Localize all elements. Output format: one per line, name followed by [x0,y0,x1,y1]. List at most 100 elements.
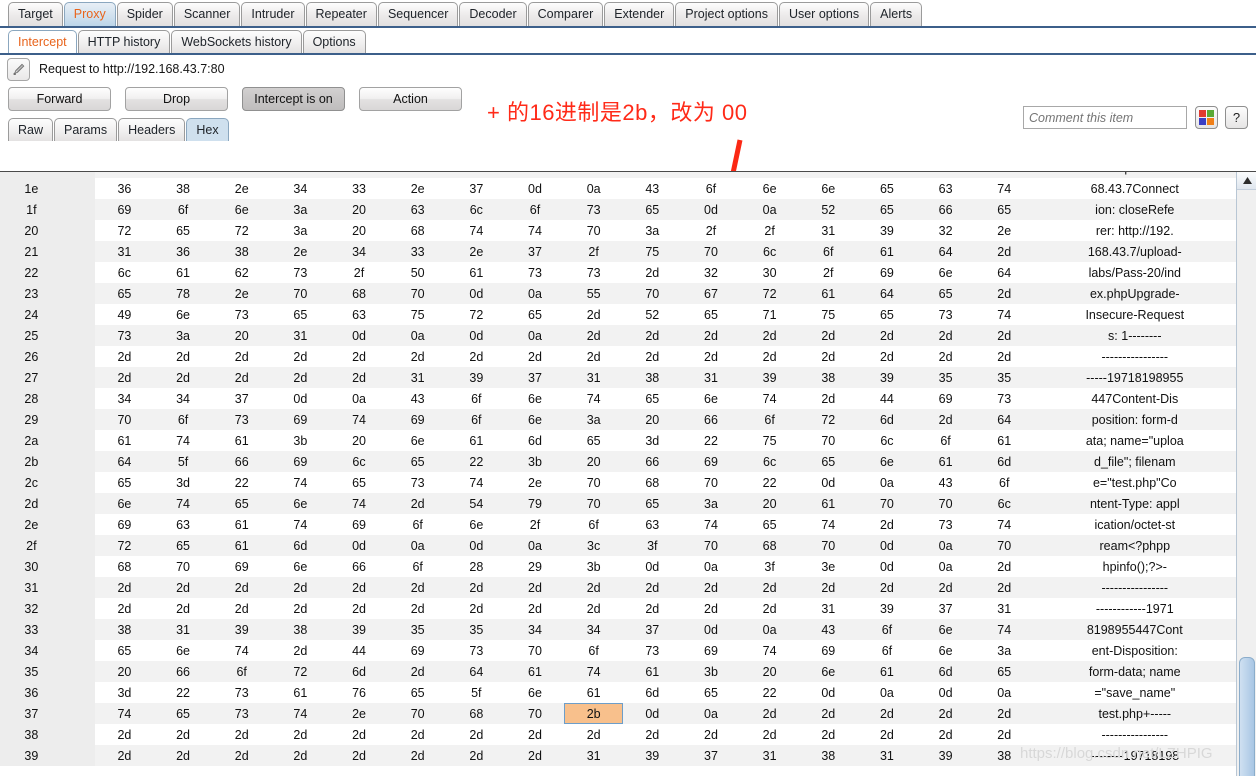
hex-byte[interactable]: 6f [857,640,917,661]
hex-byte[interactable]: 38 [622,367,682,388]
ascii-text[interactable]: Insecure-Request [1033,304,1236,325]
hex-byte[interactable]: 73 [388,472,447,493]
hex-byte[interactable]: 2d [153,346,213,367]
hex-byte[interactable]: 66 [153,661,213,682]
hex-byte[interactable]: 5f [447,682,506,703]
hex-byte[interactable]: 2d [974,556,1034,577]
help-button[interactable]: ? [1225,106,1248,129]
hex-byte[interactable]: 0d [622,556,682,577]
scroll-up-arrow-icon[interactable] [1237,172,1256,190]
hex-byte[interactable]: 0d [916,682,975,703]
hex-byte[interactable]: 6c [974,493,1034,514]
hex-byte[interactable]: 70 [505,703,565,724]
hex-byte[interactable]: 6f [388,514,447,535]
hex-byte[interactable]: 64 [974,409,1034,430]
hex-byte[interactable]: 6e [916,619,975,640]
ascii-text[interactable]: ion: closeRefe [1033,199,1236,220]
hex-byte[interactable]: 2d [388,346,447,367]
hex-byte[interactable]: 65 [857,199,917,220]
hex-byte[interactable]: 2d [212,577,272,598]
hex-byte[interactable]: 65 [622,199,682,220]
hex-byte[interactable]: 6c [95,262,154,283]
hex-byte[interactable]: 34 [95,388,154,409]
hex-byte[interactable]: 68 [95,556,154,577]
hex-byte[interactable]: 33 [388,241,447,262]
hex-byte[interactable]: 22 [740,682,799,703]
hex-byte[interactable]: 2e [212,178,272,199]
hex-byte[interactable]: 31 [798,598,858,619]
hex-byte[interactable]: 2d [153,745,213,766]
hex-byte[interactable]: 2e [974,220,1034,241]
hex-byte[interactable]: 2d [271,577,330,598]
hex-byte[interactable]: 0a [916,535,975,556]
hex-byte[interactable]: 72 [212,220,272,241]
hex-byte[interactable]: 2d [505,577,565,598]
hex-byte[interactable]: 39 [622,745,682,766]
hex-byte[interactable]: 2d [974,577,1034,598]
proxy-tab-http-history[interactable]: HTTP history [77,30,171,53]
hex-byte[interactable]: 3d [95,682,154,703]
hex-byte[interactable]: 2f [740,220,799,241]
hex-byte[interactable]: 6e [505,388,565,409]
ascii-text[interactable]: ---------------- [1033,724,1236,745]
hex-byte[interactable]: 20 [622,409,682,430]
hex-byte[interactable]: 6e [916,262,975,283]
hex-byte[interactable]: 69 [798,640,858,661]
hex-byte[interactable]: 65 [622,493,682,514]
hex-byte[interactable]: 6c [329,451,389,472]
hex-byte[interactable]: 61 [212,535,272,556]
hex-byte[interactable]: 2d [95,745,154,766]
hex-byte[interactable]: 3c [564,535,623,556]
hex-byte[interactable]: 6f [447,388,506,409]
hex-byte[interactable]: 61 [212,514,272,535]
hex-byte[interactable]: 6e [740,178,799,199]
main-tab-project-options[interactable]: Project options [675,2,778,26]
hex-byte[interactable]: 2d [622,262,682,283]
hex-byte[interactable]: 70 [622,283,682,304]
hex-byte[interactable]: 2d [505,598,565,619]
hex-byte[interactable]: 31 [271,325,330,346]
hex-byte[interactable]: 2d [271,346,330,367]
hex-byte[interactable]: 2d [622,325,682,346]
hex-byte[interactable]: 66 [681,409,741,430]
hex-byte[interactable]: 2d [505,346,565,367]
hex-byte[interactable]: 31 [564,367,623,388]
hex-byte[interactable]: 6f [564,640,623,661]
hex-byte[interactable]: 68 [329,283,389,304]
hex-byte[interactable]: 74 [95,703,154,724]
ascii-text[interactable]: -----19718198955 [1033,367,1236,388]
hex-byte[interactable]: 31 [388,367,447,388]
hex-byte[interactable]: 65 [388,451,447,472]
hex-byte[interactable]: 2d [740,346,799,367]
main-tab-user-options[interactable]: User options [778,2,870,26]
hex-byte[interactable]: 20 [329,220,389,241]
hex-byte[interactable]: 6e [916,640,975,661]
hex-byte[interactable]: 2d [916,703,975,724]
hex-byte[interactable]: 22 [447,451,506,472]
hex-byte[interactable]: 2d [447,598,506,619]
hex-byte[interactable]: 38 [798,367,858,388]
hex-byte[interactable]: 31 [681,367,741,388]
hex-byte[interactable]: 20 [95,661,154,682]
hex-byte[interactable]: 3a [681,493,741,514]
hex-byte[interactable]: 73 [212,304,272,325]
hex-byte[interactable]: 70 [916,493,975,514]
hex-byte[interactable]: 61 [95,430,154,451]
hex-byte[interactable]: 3a [271,220,330,241]
hex-byte[interactable]: 74 [974,304,1034,325]
ascii-text[interactable]: 447Content-Dis [1033,388,1236,409]
hex-byte[interactable]: 74 [271,514,330,535]
hex-byte[interactable]: 0a [857,682,917,703]
hex-byte[interactable]: 6f [798,241,858,262]
hex-byte[interactable]: 69 [857,262,917,283]
hex-byte[interactable]: 6e [505,409,565,430]
hex-byte[interactable]: 6f [857,619,917,640]
drop-button[interactable]: Drop [125,87,228,111]
hex-byte[interactable]: 66 [329,556,389,577]
hex-byte[interactable]: 69 [388,409,447,430]
hex-byte[interactable]: 38 [798,745,858,766]
hex-byte[interactable]: 65 [798,451,858,472]
ascii-text[interactable]: ntent-Type: appl [1033,493,1236,514]
hex-byte[interactable]: 6e [447,514,506,535]
hex-byte[interactable]: 37 [505,241,565,262]
